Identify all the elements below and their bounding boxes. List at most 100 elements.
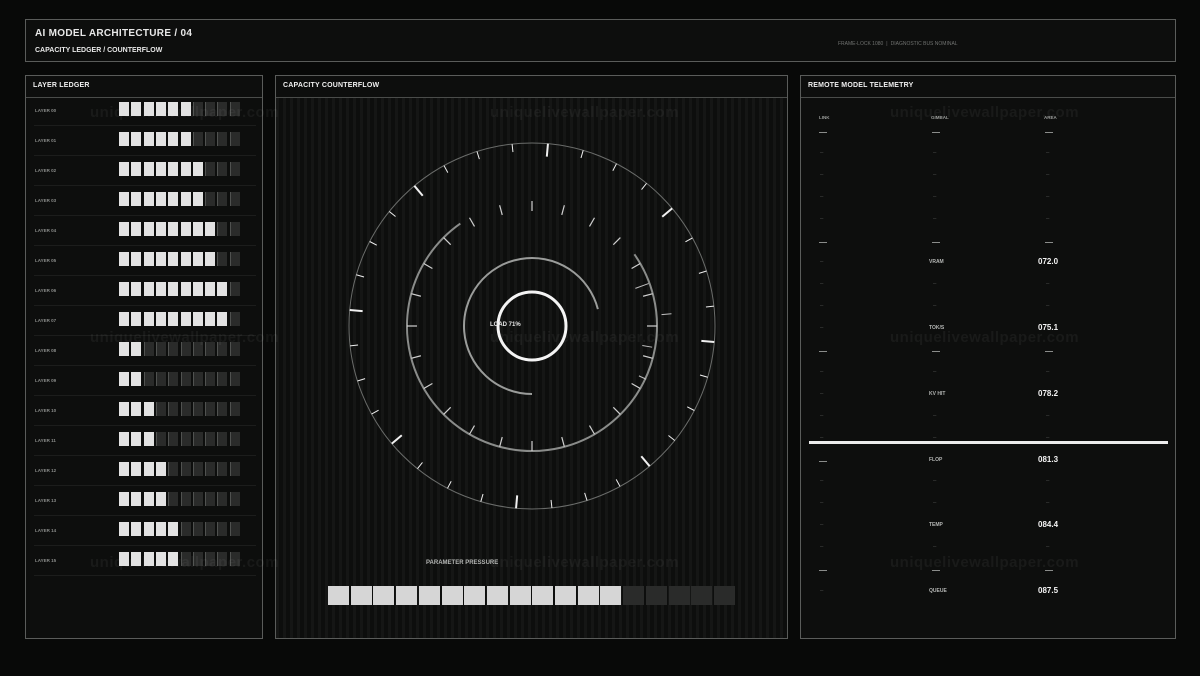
telemetry-placeholder-dash: – — [933, 215, 937, 222]
capacity-cell-empty — [205, 102, 216, 116]
dial-outer-tick — [515, 495, 519, 509]
capacity-cell-filled — [143, 102, 154, 116]
capacity-cell-empty — [229, 432, 240, 446]
capacity-cell-empty — [217, 342, 228, 356]
dial-outer-tick — [545, 143, 549, 157]
telemetry-metric-name: VRAM — [929, 259, 944, 266]
telemetry-tick-line — [819, 241, 827, 243]
capacity-cell-empty — [155, 432, 166, 446]
capacity-cell-empty — [192, 462, 203, 476]
telemetry-tick-line — [932, 570, 940, 571]
capacity-cell-filled — [168, 282, 179, 296]
capacity-cell-empty — [229, 162, 240, 176]
dial-outer-tick — [685, 237, 693, 243]
dial-outer-tick — [369, 241, 378, 246]
capacity-cell-empty — [229, 312, 240, 326]
capacity-cell-empty — [155, 342, 166, 356]
capacity-cell-empty — [168, 372, 179, 386]
telemetry-metric-value: 078.2 — [1038, 388, 1059, 398]
capacity-cell-filled — [119, 402, 129, 416]
dial-middle-tick — [561, 436, 565, 447]
capacity-cell-filled — [131, 552, 142, 566]
capacity-cell-filled — [143, 222, 154, 236]
telemetry-metric-name: FLOP — [929, 456, 943, 463]
pressure-cell-empty — [691, 586, 713, 605]
telemetry-metric-name: TOK/S — [929, 325, 945, 332]
capacity-cell-empty — [229, 402, 240, 416]
parameter-pressure-bar — [328, 586, 738, 606]
layer-capacity-cells — [119, 462, 242, 476]
telemetry-placeholder-dash: – — [1046, 412, 1050, 419]
telemetry-tick-line — [1045, 351, 1053, 352]
capacity-cell-filled — [155, 492, 166, 506]
telemetry-placeholder-dash: – — [1046, 215, 1050, 222]
dial-outer-tick — [391, 434, 403, 445]
dial-outer-tick — [641, 182, 647, 190]
capacity-cell-empty — [192, 552, 203, 566]
capacity-cell-filled — [155, 222, 166, 236]
capacity-cell-filled — [131, 162, 142, 176]
telemetry-tick-line — [819, 460, 827, 462]
capacity-cell-filled — [155, 522, 166, 536]
capacity-cell-empty — [192, 402, 203, 416]
capacity-cell-filled — [131, 522, 142, 536]
layer-label: LAYER 09 — [35, 378, 57, 383]
capacity-cell-filled — [205, 222, 216, 236]
telemetry-placeholder-dash: – — [933, 434, 937, 441]
capacity-cell-filled — [119, 252, 129, 266]
capacity-cell-filled — [119, 192, 129, 206]
header-bar: AI MODEL ARCHITECTURE / 04 CAPACITY LEDG… — [25, 19, 1176, 62]
telemetry-placeholder-dash: – — [1046, 303, 1050, 310]
capacity-cell-filled — [143, 162, 154, 176]
telemetry-placeholder-dash: – — [820, 390, 824, 397]
capacity-cell-filled — [131, 252, 142, 266]
capacity-cell-filled — [143, 132, 154, 146]
capacity-cell-empty — [168, 402, 179, 416]
capacity-cell-filled — [205, 282, 216, 296]
capacity-cell-empty — [217, 162, 228, 176]
dial-outer-tick — [417, 462, 423, 470]
pressure-cell-filled — [373, 586, 395, 605]
layer-capacity-cells — [119, 102, 242, 116]
capacity-cell-empty — [229, 252, 240, 266]
capacity-cell-empty — [205, 522, 216, 536]
dial-middle-tick — [588, 217, 596, 227]
capacity-cell-filled — [131, 462, 142, 476]
capacity-cell-empty — [205, 402, 216, 416]
layer-label: LAYER 06 — [35, 288, 57, 293]
capacity-cell-empty — [205, 192, 216, 206]
pressure-cell-empty — [668, 586, 690, 605]
capacity-cell-filled — [119, 282, 129, 296]
load-readout: LOAD 71% — [490, 322, 521, 328]
dial-middle-tick — [499, 205, 503, 216]
capacity-cell-empty — [229, 222, 240, 236]
capacity-cell-empty — [168, 492, 179, 506]
telemetry-placeholder-dash: – — [1046, 149, 1050, 156]
capacity-cell-filled — [192, 192, 203, 206]
capacity-cell-empty — [205, 132, 216, 146]
capacity-cell-filled — [143, 192, 154, 206]
dial-flow-dash — [661, 313, 672, 316]
layer-label: LAYER 04 — [35, 228, 57, 233]
capacity-cell-empty — [205, 432, 216, 446]
capacity-cell-filled — [119, 102, 129, 116]
telemetry-tick-line — [932, 351, 940, 352]
telemetry-placeholder-dash: – — [933, 149, 937, 156]
capacity-cell-filled — [180, 252, 191, 266]
diagnostic-status: DIAGNOSTIC BUS NOMINAL — [890, 41, 958, 47]
capacity-cell-filled — [168, 312, 179, 326]
capacity-cell-filled — [131, 372, 142, 386]
pressure-cell-empty — [645, 586, 667, 605]
telemetry-placeholder-dash: – — [820, 478, 824, 485]
capacity-cell-filled — [180, 162, 191, 176]
layer-row: LAYER 02 — [34, 156, 256, 186]
telemetry-placeholder-dash: – — [933, 303, 937, 310]
dial-outer-tick — [612, 163, 617, 172]
layer-row: LAYER 00 — [34, 96, 256, 126]
dial-middle-tick — [561, 205, 565, 216]
telemetry-placeholder-dash: – — [820, 587, 824, 594]
telemetry-metric-value: 081.3 — [1038, 454, 1059, 464]
layer-label: LAYER 14 — [35, 528, 57, 533]
layer-capacity-cells — [119, 162, 242, 176]
dial-outer-ring — [348, 142, 716, 510]
